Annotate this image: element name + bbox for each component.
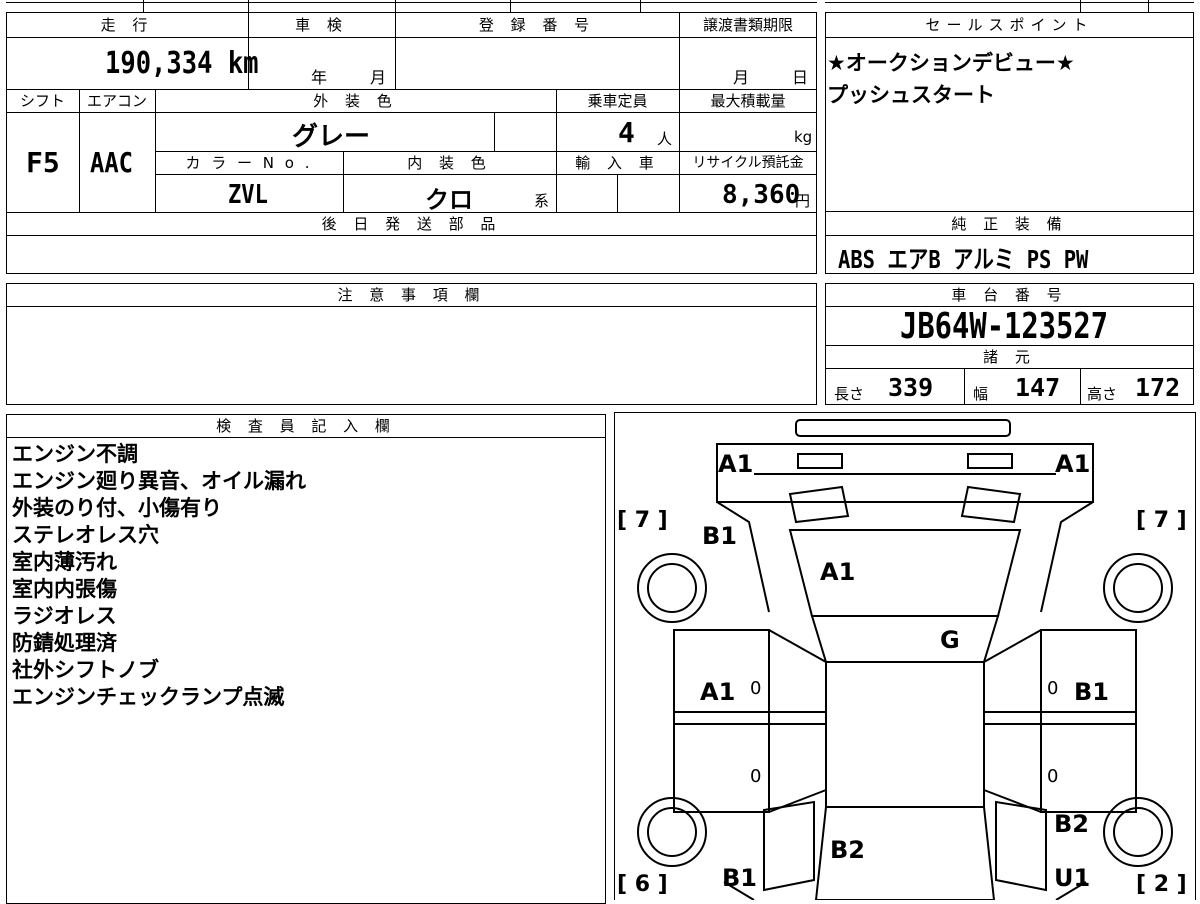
damage-label-door-left: A1 (700, 678, 736, 706)
recycle-fee-header: リサイクル預託金 (692, 155, 804, 171)
color-no-header: カ ラ ー N o . (185, 154, 313, 172)
inspector-note: 室内薄汚れ (12, 550, 117, 574)
load-unit: kg (794, 128, 813, 146)
mileage-value: 190,334 km (105, 46, 259, 81)
height-label: 高さ (1087, 385, 1118, 403)
sales-point-box (825, 12, 1194, 212)
inspector-note: 社外シフトノブ (12, 658, 159, 682)
transfer-day: 日 (792, 68, 809, 87)
tire-tread-rear-right: [ 2 ] (1136, 872, 1187, 897)
inspector-note: エンジンチェックランプ点滅 (12, 685, 285, 709)
zero-mark: 0 (1047, 678, 1059, 699)
shift-header: シフト (19, 92, 65, 110)
chassis-header: 車 台 番 号 (951, 286, 1068, 304)
sales-point-header: セールスポイント (925, 16, 1094, 34)
inspector-note: 室内内張傷 (12, 577, 117, 601)
inspector-note: ステレオレス穴 (12, 523, 159, 547)
car-outline-drawing (637, 419, 1173, 900)
shaken-month: 月 (370, 68, 387, 87)
interior-color-header: 内 装 色 (407, 154, 492, 172)
damage-label-rear-right: B2 (1054, 810, 1089, 838)
damage-label-front-right: A1 (1055, 450, 1091, 478)
inspector-note: エンジン不調 (12, 442, 138, 466)
max-load-header: 最大積載量 (710, 92, 786, 110)
sales-point-line1: ★オークションデビュー★ (827, 51, 1075, 75)
width-label: 幅 (973, 385, 989, 403)
capacity-header: 乗車定員 (587, 92, 648, 110)
tire-tread-front-right: [ 7 ] (1136, 508, 1187, 533)
interior-suffix: 系 (534, 192, 550, 210)
import-header: 輸 入 車 (575, 154, 660, 172)
height-value: 172 (1135, 373, 1181, 402)
ac-value: AAC (90, 146, 133, 179)
damage-label-fender-left: B1 (702, 522, 737, 550)
exterior-color-value: グレー (292, 122, 371, 152)
shaken-header: 車 検 (295, 16, 348, 34)
zero-mark: 0 (750, 766, 762, 787)
mileage-header: 走 行 (100, 16, 154, 34)
equipment-header: 純 正 装 備 (951, 215, 1068, 233)
zero-mark: 0 (1047, 766, 1059, 787)
inspector-note: 防錆処理済 (12, 631, 117, 655)
interior-color-value: クロ (425, 186, 473, 214)
recycle-fee-value: 8,360 (722, 180, 801, 210)
registration-header: 登 録 番 号 (478, 16, 596, 34)
damage-label-rear-right-lower: U1 (1054, 864, 1091, 892)
capacity-value: 4 (618, 116, 635, 149)
recycle-fee-unit: 円 (795, 192, 811, 210)
damage-label-rear-left: B1 (722, 864, 757, 892)
damage-label-tailgate: B2 (830, 836, 865, 864)
exterior-color-header: 外 装 色 (313, 92, 398, 110)
inspector-note: エンジン廻り異音、オイル漏れ (12, 469, 306, 493)
caution-header: 注 意 事 項 欄 (337, 286, 486, 304)
shift-value: F5 (26, 146, 60, 179)
tire-tread-rear-left: [ 6 ] (617, 872, 668, 897)
shaken-year: 年 (311, 68, 328, 87)
length-value: 339 (888, 373, 934, 402)
length-label: 長さ (834, 385, 865, 403)
tire-tread-front-left: [ 7 ] (617, 508, 668, 533)
capacity-unit: 人 (657, 130, 673, 148)
inspector-note: ラジオレス (12, 604, 117, 628)
inspector-notes-header: 検 査 員 記 入 欄 (216, 417, 396, 435)
spec-header: 諸 元 (983, 348, 1036, 366)
damage-label-front-left: A1 (718, 450, 754, 478)
width-value: 147 (1015, 373, 1061, 402)
inspector-note: 外装のり付、小傷有り (12, 496, 222, 520)
damage-label-hood: A1 (820, 558, 856, 586)
damage-label-door-right: B1 (1074, 678, 1109, 706)
chassis-number: JB64W-123527 (900, 306, 1109, 347)
color-no-value: ZVL (228, 180, 268, 210)
transfer-deadline-header: 譲渡書類期限 (702, 16, 793, 34)
equipment-value: ABS エアB アルミ PS PW (838, 245, 1089, 274)
transfer-month: 月 (733, 68, 750, 87)
sales-point-line2: プッシュスタート (827, 83, 995, 107)
ac-header: エアコン (86, 92, 147, 110)
later-parts-header: 後 日 発 送 部 品 (321, 215, 502, 233)
damage-label-windshield: G (940, 626, 960, 654)
zero-mark: 0 (750, 678, 762, 699)
